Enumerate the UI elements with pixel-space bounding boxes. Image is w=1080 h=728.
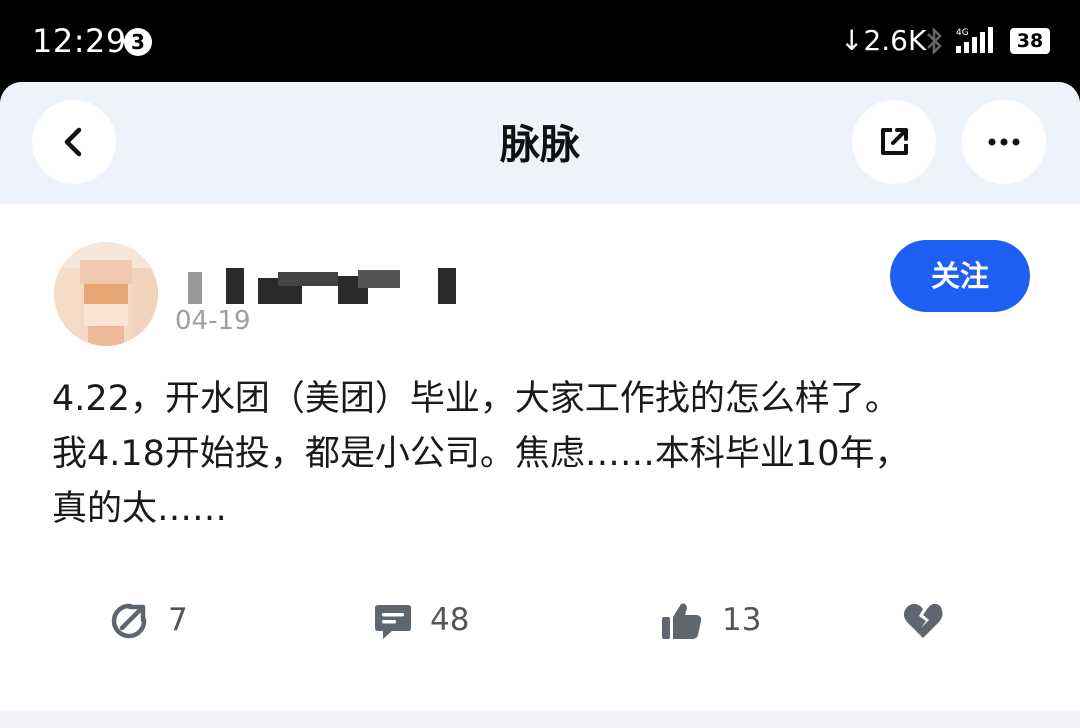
share-button[interactable] <box>852 100 936 184</box>
repost-button[interactable]: 7 <box>108 590 208 650</box>
post-content: 4.22，开水团（美团）毕业，大家工作找的怎么样了。 我4.18开始投，都是小公… <box>52 372 1042 537</box>
network-speed: ↓2.6K <box>840 24 927 57</box>
avatar[interactable] <box>54 242 158 346</box>
more-horizontal-icon <box>988 138 1020 146</box>
notification-count-badge: 3 <box>124 28 152 56</box>
section-divider <box>0 710 1080 728</box>
like-button[interactable]: 13 <box>660 590 780 650</box>
thumbs-up-icon <box>662 603 702 639</box>
follow-button[interactable]: 关注 <box>890 240 1030 312</box>
repost-count: 7 <box>168 602 188 638</box>
dislike-button[interactable] <box>902 590 962 650</box>
more-button[interactable] <box>962 100 1046 184</box>
navigation-bar: 脉脉 <box>0 82 1080 202</box>
post-date: 04-19 <box>175 306 251 336</box>
post-text-line: 真的太…… <box>52 489 228 529</box>
comment-icon <box>375 605 411 639</box>
broken-heart-icon <box>903 603 943 638</box>
bluetooth-icon <box>927 26 942 56</box>
repost-arrow-icon <box>111 603 147 639</box>
share-external-icon <box>881 128 908 155</box>
post-card: 04-19 关注 4.22，开水团（美团）毕业，大家工作找的怎么样了。 我4.1… <box>0 204 1080 710</box>
signal-icon: 4G <box>956 27 993 53</box>
username-redacted <box>188 268 458 308</box>
status-time: 12:29 <box>32 22 127 60</box>
comment-count: 48 <box>430 602 470 638</box>
post-text-line: 我4.18开始投，都是小公司。焦虑……本科毕业10年， <box>52 434 910 474</box>
battery-indicator: 38 <box>1010 28 1050 54</box>
post-text-line: 4.22，开水团（美团）毕业，大家工作找的怎么样了。 <box>52 379 900 419</box>
status-bar: 12:29 3 ↓2.6K 4G 38 <box>0 0 1080 82</box>
comment-button[interactable]: 48 <box>372 590 492 650</box>
network-type-label: 4G <box>956 28 969 38</box>
like-count: 13 <box>722 602 762 638</box>
app-window: 脉脉 04-19 关注 4.22，开水团（美团）毕业，大家工作找的怎么样了。 我… <box>0 82 1080 728</box>
